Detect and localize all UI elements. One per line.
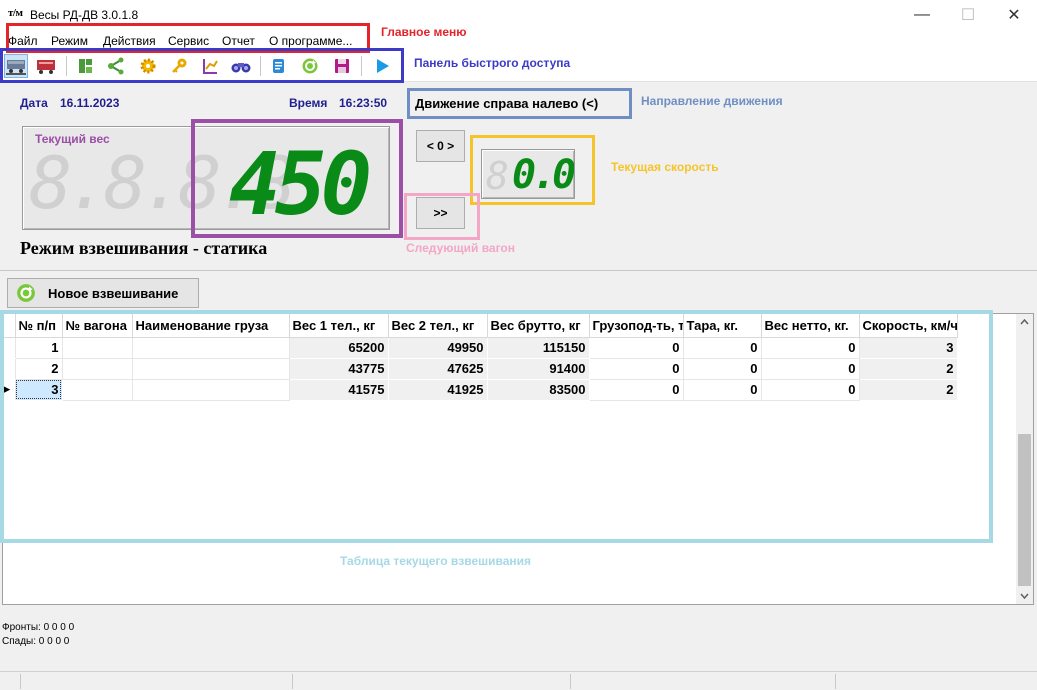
scrollbar-thumb[interactable]	[1018, 434, 1031, 586]
direction-annotation: Направление движения	[641, 94, 783, 108]
status-bar	[0, 671, 1037, 690]
minimize-icon: —	[914, 6, 930, 23]
table-highlight	[0, 310, 993, 543]
status-bar-divider	[835, 674, 836, 689]
quick-access-highlight	[0, 48, 404, 83]
weighing-mode-text: Режим взвешивания - статика	[20, 238, 268, 258]
status-bar-divider	[570, 674, 571, 689]
refresh-icon	[17, 284, 35, 302]
scroll-down-icon[interactable]	[1016, 587, 1033, 604]
table-annotation: Таблица текущего взвешивания	[340, 554, 532, 568]
maximize-icon: ☐	[960, 7, 976, 24]
next-wagon-annotation: Следующий вагон	[406, 241, 516, 255]
maximize-button[interactable]: ☐	[945, 0, 991, 30]
window-title: Весы РД-ДВ 3.0.1.8	[30, 8, 139, 22]
divider	[0, 270, 1037, 271]
status-bar-divider	[20, 674, 21, 689]
next-wagon-highlight	[404, 193, 480, 240]
current-weight-highlight	[191, 119, 403, 238]
new-weighing-button[interactable]: Новое взвешивание	[7, 278, 199, 308]
current-weight-annotation: Текущий вес	[35, 132, 110, 146]
time-value: 16:23:50	[339, 96, 388, 110]
scroll-up-icon[interactable]	[1016, 314, 1033, 331]
fronts-status: Фронты: 0 0 0 0	[2, 622, 75, 633]
quick-access-annotation: Панель быстрого доступа	[414, 56, 571, 70]
current-speed-highlight	[470, 135, 595, 205]
current-speed-annotation: Текущая скорость	[611, 160, 719, 174]
falls-status: Спады: 0 0 0 0	[2, 636, 70, 647]
status-bar-divider	[292, 674, 293, 689]
close-icon: ✕	[1007, 7, 1021, 24]
close-button[interactable]: ✕	[991, 0, 1037, 30]
app-icon: т/м	[8, 7, 23, 19]
time-label: Время	[289, 96, 328, 110]
date-label: Дата	[20, 96, 48, 110]
direction-text: Движение справа налево (<)	[415, 96, 599, 111]
vertical-scrollbar[interactable]	[1016, 314, 1033, 604]
date-value: 16.11.2023	[60, 96, 120, 110]
new-weighing-label: Новое взвешивание	[48, 285, 179, 301]
main-menu-annotation: Главное меню	[381, 25, 467, 39]
minimize-button[interactable]: —	[899, 0, 945, 30]
zero-button[interactable]: < 0 >	[416, 130, 465, 162]
